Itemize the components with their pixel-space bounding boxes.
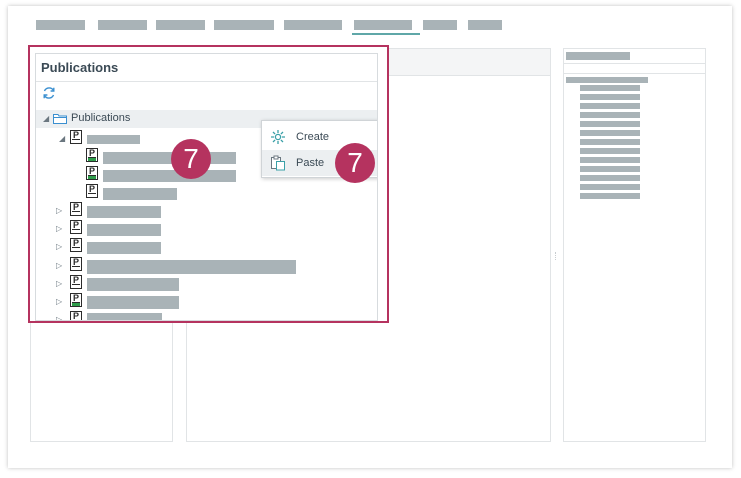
- tree-node-label[interactable]: [87, 224, 161, 236]
- right-panel-title: [566, 52, 630, 60]
- nav-item[interactable]: [36, 20, 85, 30]
- expand-arrow-icon[interactable]: ▷: [56, 279, 62, 288]
- publication-icon: P: [70, 275, 82, 289]
- paste-icon: [271, 155, 285, 171]
- publications-panel: Publications ◢ Publications ◢ P P P P ▷: [35, 53, 378, 321]
- nav-item[interactable]: [284, 20, 342, 30]
- publication-icon: P: [70, 220, 82, 234]
- collapse-arrow-icon[interactable]: ◢: [59, 134, 65, 143]
- callout-badge: 7: [171, 139, 211, 179]
- right-panel-row[interactable]: [580, 175, 640, 181]
- tree-node-label[interactable]: [87, 313, 162, 320]
- right-panel-row[interactable]: [580, 193, 640, 199]
- highlight-frame: Publications ◢ Publications ◢ P P P P ▷: [28, 45, 389, 323]
- tree-node-label[interactable]: [87, 278, 179, 291]
- right-panel-row[interactable]: [566, 77, 648, 83]
- right-panel-row[interactable]: [580, 166, 640, 172]
- panel-title: Publications: [36, 54, 377, 82]
- tree-node-label[interactable]: [87, 260, 296, 274]
- tree-node-label[interactable]: [103, 152, 236, 164]
- right-panel-row[interactable]: [580, 103, 640, 109]
- right-panel-row[interactable]: [580, 139, 640, 145]
- expand-arrow-icon[interactable]: ▷: [56, 315, 62, 320]
- active-tab-indicator: [352, 33, 420, 35]
- tree-node-label[interactable]: [103, 170, 236, 182]
- right-panel-row[interactable]: [580, 184, 640, 190]
- nav-item-active[interactable]: [354, 20, 412, 30]
- tree-root-label: Publications: [71, 112, 131, 124]
- nav-item[interactable]: [156, 20, 205, 30]
- right-panel-row[interactable]: [580, 157, 640, 163]
- paste-label: Paste: [296, 157, 325, 169]
- nav-item[interactable]: [468, 20, 502, 30]
- nav-item[interactable]: [423, 20, 457, 30]
- publication-icon: P: [70, 293, 82, 307]
- publication-icon: P: [86, 184, 98, 198]
- panel-splitter[interactable]: [555, 252, 559, 260]
- gear-icon: [271, 130, 285, 144]
- publication-icon: P: [70, 311, 82, 320]
- publication-icon: P: [70, 130, 82, 144]
- callout-badge: 7: [335, 143, 375, 183]
- tree-node-label[interactable]: [87, 242, 161, 254]
- right-panel-row[interactable]: [580, 85, 640, 91]
- right-panel-row[interactable]: [580, 94, 640, 100]
- tree-node-label[interactable]: [87, 206, 161, 218]
- create-label: Create: [296, 131, 330, 143]
- right-panel-row[interactable]: [580, 112, 640, 118]
- expand-arrow-icon[interactable]: ▷: [56, 297, 62, 306]
- publication-icon: P: [86, 148, 98, 162]
- publication-icon: P: [70, 257, 82, 271]
- refresh-icon[interactable]: [42, 86, 56, 100]
- folder-icon: [53, 114, 67, 124]
- publication-icon: P: [70, 238, 82, 252]
- publication-icon: P: [86, 166, 98, 180]
- expand-arrow-icon[interactable]: ▷: [56, 242, 62, 251]
- right-panel-row[interactable]: [580, 130, 640, 136]
- expand-arrow-icon[interactable]: ▷: [56, 261, 62, 270]
- expand-arrow-icon[interactable]: ▷: [56, 224, 62, 233]
- right-panel: [563, 48, 706, 442]
- nav-item[interactable]: [98, 20, 147, 30]
- tree-node-label[interactable]: [103, 188, 177, 200]
- publication-icon: P: [70, 202, 82, 216]
- expand-arrow-icon[interactable]: ▷: [56, 206, 62, 215]
- tree-node-label[interactable]: [87, 296, 179, 309]
- nav-item[interactable]: [214, 20, 274, 30]
- right-panel-row[interactable]: [580, 121, 640, 127]
- tree-node-label[interactable]: [87, 135, 140, 144]
- collapse-arrow-icon[interactable]: ◢: [43, 114, 49, 123]
- right-panel-row[interactable]: [580, 148, 640, 154]
